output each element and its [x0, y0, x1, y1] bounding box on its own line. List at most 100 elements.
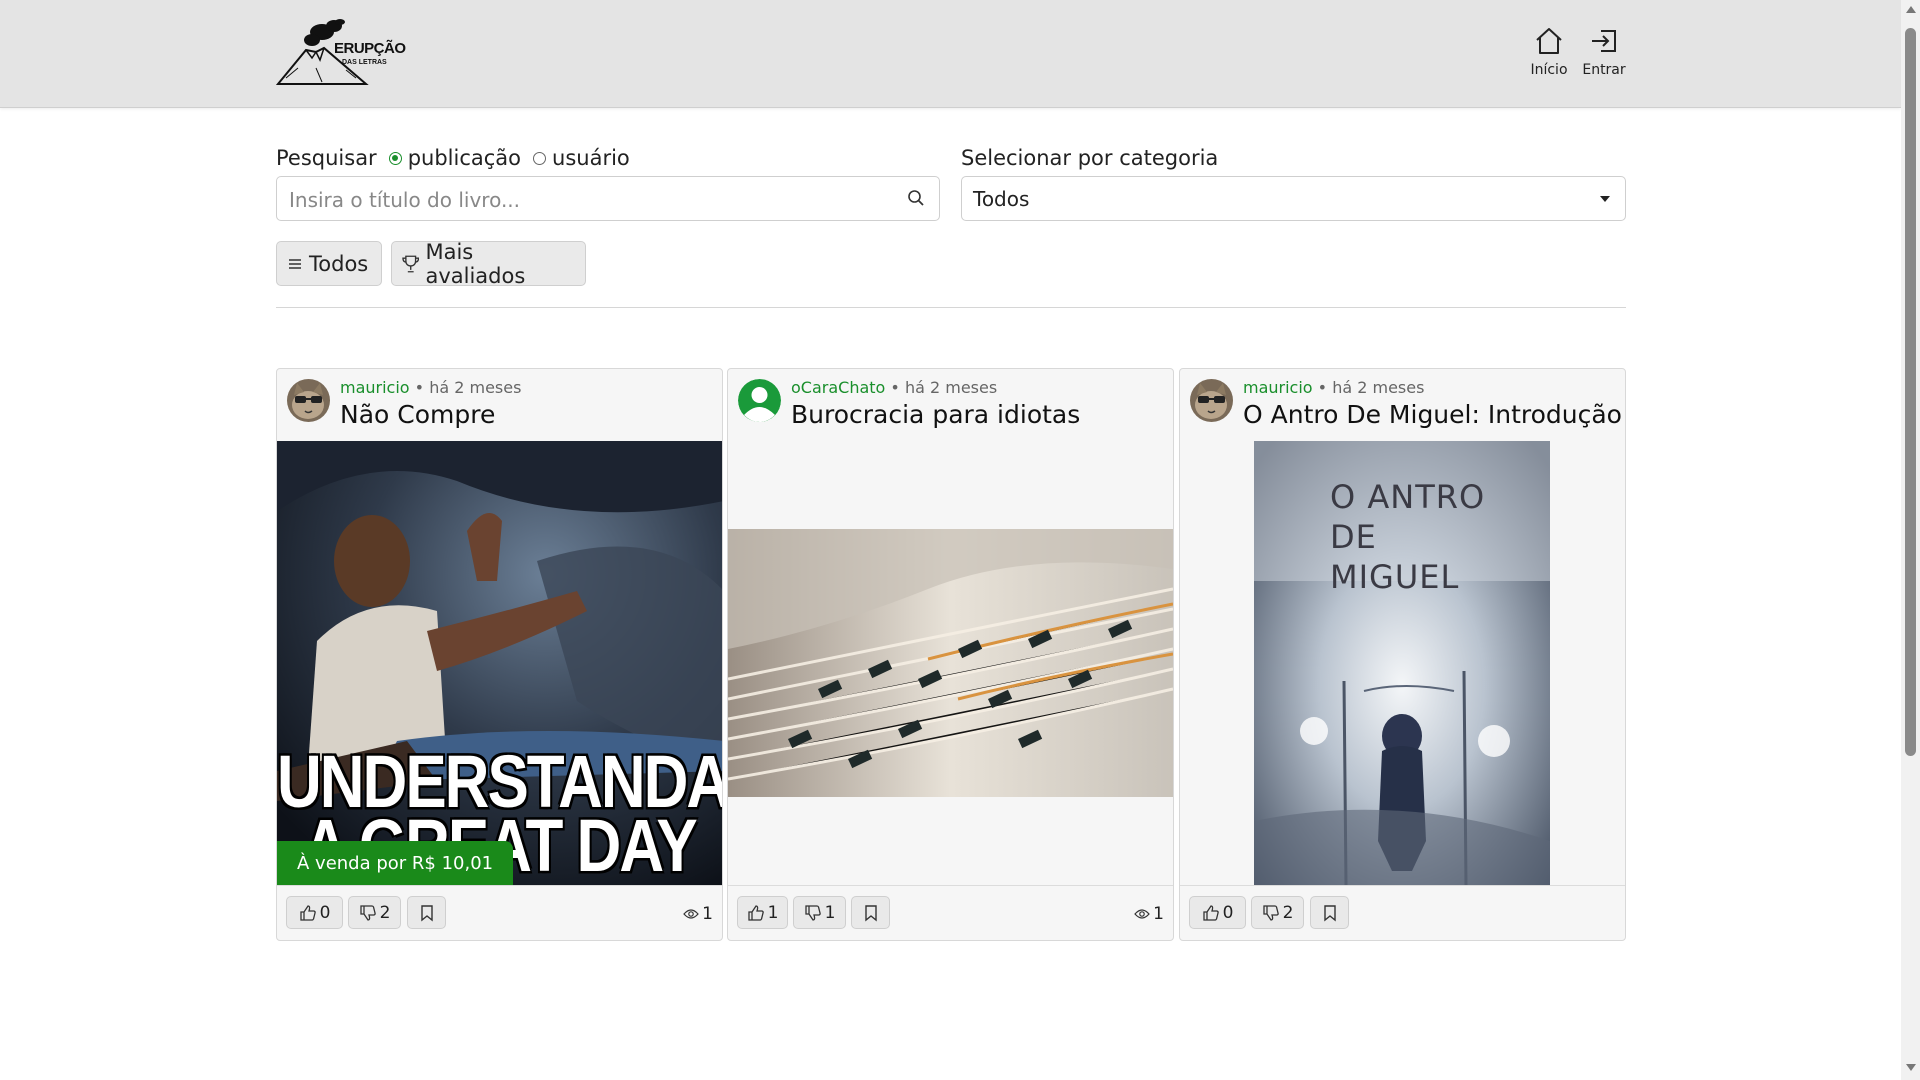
- thumbs-down-icon: [804, 904, 821, 921]
- category-select[interactable]: Todos: [961, 176, 1626, 221]
- logo-title: ERUPÇÃO: [334, 40, 406, 57]
- filter-todos-label: Todos: [309, 251, 369, 276]
- dislike-button[interactable]: 1: [793, 896, 846, 929]
- cover-title-line: DE: [1330, 518, 1377, 556]
- meta-separator: •: [885, 378, 905, 397]
- view-count: 1: [1134, 904, 1164, 924]
- cat-avatar-icon: [287, 379, 330, 422]
- category-selected-value: Todos: [973, 187, 1030, 211]
- like-button[interactable]: 0: [286, 896, 343, 929]
- post-card-header: mauricio • há 2 meses Não Compre: [277, 369, 722, 442]
- bookmark-button[interactable]: [1310, 896, 1349, 929]
- post-card-footer: 0 2: [1180, 885, 1625, 940]
- scroll-up-arrow-icon[interactable]: [1906, 6, 1916, 13]
- meta-separator: •: [409, 378, 430, 397]
- post-author-link[interactable]: mauricio: [1243, 378, 1313, 397]
- filter-todos-button[interactable]: Todos: [276, 241, 382, 286]
- post-title[interactable]: O Antro De Miguel: Introdução: [1243, 400, 1622, 429]
- post-card-footer: 1 1 1: [728, 885, 1173, 940]
- dislike-count: 1: [824, 902, 836, 923]
- nav-home-button[interactable]: Início: [1519, 26, 1579, 86]
- chevron-down-icon: [1600, 196, 1610, 202]
- search-icon[interactable]: [907, 189, 925, 207]
- filter-top-rated-label: Mais avaliados: [425, 239, 526, 288]
- bookmark-icon: [420, 904, 433, 921]
- thumbs-up-icon: [299, 904, 316, 921]
- dislike-button[interactable]: 2: [348, 896, 401, 929]
- paper-stack-image: [728, 441, 1173, 885]
- search-box: [276, 176, 940, 221]
- bookmark-icon: [1323, 904, 1336, 921]
- post-title[interactable]: Não Compre: [340, 400, 495, 429]
- bookmark-button[interactable]: [407, 896, 446, 929]
- eye-icon: [1134, 909, 1150, 919]
- bookmark-icon: [864, 904, 877, 921]
- cover-title: O ANTRO DE MIGUEL: [1330, 477, 1485, 597]
- default-user-avatar-icon: [738, 379, 781, 422]
- thumbs-up-icon: [1202, 904, 1219, 921]
- post-time: há 2 meses: [1332, 378, 1425, 397]
- scroll-down-arrow-icon[interactable]: [1906, 1064, 1916, 1071]
- section-divider: [276, 307, 1626, 308]
- avatar[interactable]: [738, 379, 781, 422]
- like-button[interactable]: 0: [1189, 896, 1246, 929]
- post-card-footer: 0 2 1: [277, 885, 722, 940]
- list-icon: [289, 258, 301, 269]
- dislike-count: 2: [1282, 902, 1294, 923]
- radio-publicacao-label[interactable]: publicação: [408, 146, 521, 170]
- scrollbar-thumb[interactable]: [1905, 28, 1916, 756]
- radio-usuario-label[interactable]: usuário: [552, 146, 630, 170]
- cat-avatar-icon: [1190, 379, 1233, 422]
- nav-login-label: Entrar: [1582, 62, 1626, 78]
- like-button[interactable]: 1: [737, 896, 788, 929]
- bookmark-button[interactable]: [851, 896, 890, 929]
- cover-title-line: O ANTRO: [1330, 478, 1486, 516]
- view-count-value: 1: [702, 904, 713, 924]
- avatar[interactable]: [1190, 379, 1233, 422]
- cover-title-line: MIGUEL: [1330, 558, 1460, 596]
- post-card-header: mauricio • há 2 meses O Antro De Miguel:…: [1180, 369, 1625, 442]
- post-time: há 2 meses: [429, 378, 522, 397]
- post-card[interactable]: oCaraChato • há 2 meses Burocracia para …: [727, 368, 1174, 941]
- filter-top-rated-button[interactable]: Mais avaliados: [391, 239, 586, 288]
- search-type-group: Pesquisar publicação usuário: [276, 146, 630, 170]
- top-navbar: ERUPÇÃO DAS LETRAS Início Entrar: [0, 0, 1901, 108]
- post-card[interactable]: mauricio • há 2 meses O Antro De Miguel:…: [1179, 368, 1626, 941]
- site-logo[interactable]: ERUPÇÃO DAS LETRAS: [275, 18, 406, 86]
- post-meta: mauricio • há 2 meses: [1243, 378, 1424, 397]
- post-image[interactable]: [728, 441, 1173, 885]
- post-card[interactable]: mauricio • há 2 meses Não Compre UNDERST…: [276, 368, 723, 941]
- radio-publicacao[interactable]: [388, 151, 402, 165]
- category-label: Selecionar por categoria: [961, 146, 1219, 170]
- sale-badge[interactable]: À venda por R$ 10,01: [277, 841, 514, 885]
- like-count: 1: [767, 902, 779, 923]
- post-card-header: oCaraChato • há 2 meses Burocracia para …: [728, 369, 1173, 442]
- like-count: 0: [319, 902, 331, 923]
- post-title[interactable]: Burocracia para idiotas: [791, 400, 1080, 429]
- search-label: Pesquisar: [276, 146, 377, 170]
- thumbs-up-icon: [747, 904, 764, 921]
- view-count-value: 1: [1153, 904, 1164, 924]
- radio-usuario[interactable]: [533, 151, 547, 165]
- post-image[interactable]: O ANTRO DE MIGUEL: [1180, 441, 1625, 885]
- like-count: 0: [1222, 902, 1234, 923]
- nav-login-button[interactable]: Entrar: [1574, 26, 1634, 86]
- logo-subtitle: DAS LETRAS: [342, 59, 387, 66]
- post-image[interactable]: UNDERSTANDABLE A GREAT DAY: [277, 441, 722, 885]
- page-scrollbar[interactable]: [1901, 0, 1920, 1080]
- eye-icon: [683, 909, 699, 919]
- thumbs-down-icon: [359, 904, 376, 921]
- meta-separator: •: [1312, 378, 1333, 397]
- avatar[interactable]: [287, 379, 330, 422]
- search-input[interactable]: [287, 185, 891, 215]
- trophy-icon: [402, 255, 420, 272]
- post-author-link[interactable]: oCaraChato: [791, 378, 885, 397]
- nav-home-label: Início: [1530, 62, 1568, 78]
- post-meta: mauricio • há 2 meses: [340, 378, 521, 397]
- post-author-link[interactable]: mauricio: [340, 378, 410, 397]
- dislike-button[interactable]: 2: [1251, 896, 1304, 929]
- view-count: 1: [683, 904, 713, 924]
- dislike-count: 2: [379, 902, 391, 923]
- thumbs-down-icon: [1262, 904, 1279, 921]
- post-time: há 2 meses: [904, 378, 998, 397]
